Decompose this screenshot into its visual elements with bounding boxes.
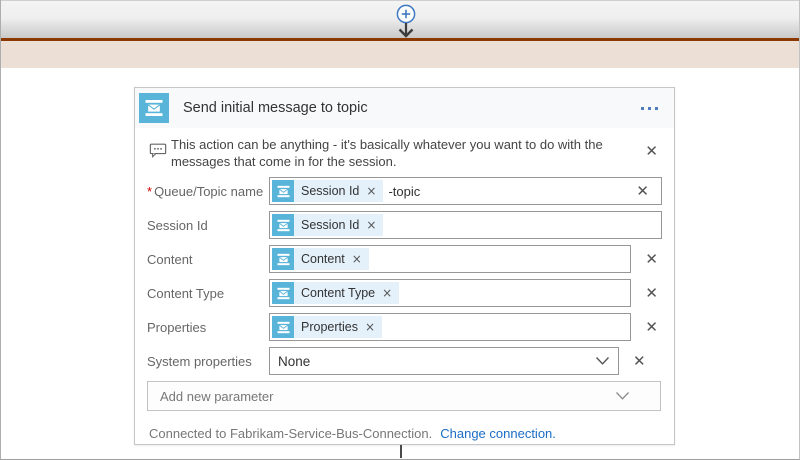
service-bus-icon	[272, 316, 294, 338]
remove-token-icon[interactable]: ×	[382, 286, 392, 300]
field-label-session-id: Session Id	[147, 217, 269, 233]
action-card-body: This action can be anything - it's basic…	[135, 128, 674, 451]
content-type-input[interactable]: Content Type ×	[269, 279, 631, 307]
clear-field-button[interactable]: ✕	[641, 250, 662, 269]
system-properties-select[interactable]: None	[269, 347, 619, 375]
remove-token-icon[interactable]: ×	[365, 320, 375, 334]
field-label-content: Content	[147, 251, 269, 267]
field-label-content-type: Content Type	[147, 285, 269, 301]
add-parameter-label: Add new parameter	[160, 389, 273, 404]
queue-topic-name-input[interactable]: Session Id × -topic ✕	[269, 177, 662, 205]
remove-token-icon[interactable]: ×	[366, 218, 376, 232]
dynamic-content-token[interactable]: Session Id ×	[272, 180, 383, 202]
change-connection-link[interactable]: Change connection.	[440, 426, 556, 441]
connection-status: Connected to Fabrikam-Service-Bus-Connec…	[149, 426, 432, 441]
input-text: -topic	[388, 184, 420, 199]
action-card: Send initial message to topic This actio…	[134, 87, 675, 445]
service-bus-icon	[139, 93, 169, 123]
token-label: Properties	[301, 320, 358, 334]
clear-field-button[interactable]: ✕	[632, 182, 653, 201]
connection-footer: Connected to Fabrikam-Service-Bus-Connec…	[147, 426, 662, 441]
dynamic-content-token[interactable]: Properties ×	[272, 316, 382, 338]
dynamic-content-token[interactable]: Content ×	[272, 248, 369, 270]
collapsed-step-band	[1, 0, 799, 38]
comment-icon	[149, 141, 167, 159]
service-bus-icon	[272, 282, 294, 304]
scope-band	[1, 41, 799, 68]
dynamic-content-token[interactable]: Session Id ×	[272, 214, 383, 236]
field-row-session-id: Session Id Session Id ×	[147, 211, 662, 239]
service-bus-icon	[272, 248, 294, 270]
insert-step-icon	[395, 3, 417, 39]
field-row-properties: Properties Properties × ✕	[147, 313, 662, 341]
field-row-content-type: Content Type Content Type × ✕	[147, 279, 662, 307]
info-banner: This action can be anything - it's basic…	[147, 136, 662, 170]
info-banner-text: This action can be anything - it's basic…	[171, 136, 623, 170]
content-input[interactable]: Content ×	[269, 245, 631, 273]
remove-token-icon[interactable]: ×	[366, 184, 376, 198]
remove-token-icon[interactable]: ×	[352, 252, 362, 266]
field-label-system-properties: System properties	[147, 353, 269, 369]
field-row-content: Content Content × ✕	[147, 245, 662, 273]
clear-field-button[interactable]: ✕	[629, 352, 650, 371]
field-label-queue-topic-name: *Queue/Topic name	[147, 183, 269, 199]
arrow-down-icon	[400, 23, 413, 36]
token-label: Session Id	[301, 218, 359, 232]
parameter-fields: *Queue/Topic nameSession Id×-topic✕Sessi…	[147, 177, 662, 375]
insert-step-button[interactable]	[395, 3, 417, 39]
properties-input[interactable]: Properties ×	[269, 313, 631, 341]
dynamic-content-token[interactable]: Content Type ×	[272, 282, 399, 304]
selected-value: None	[278, 354, 310, 369]
required-marker: *	[147, 184, 152, 199]
service-bus-icon	[272, 180, 294, 202]
field-row-system-properties: System properties None ✕	[147, 347, 662, 375]
clear-field-button[interactable]: ✕	[641, 318, 662, 337]
dismiss-info-button[interactable]: ✕	[641, 142, 662, 161]
field-label-properties: Properties	[147, 319, 269, 335]
more-menu-button[interactable]	[639, 103, 660, 114]
clear-field-button[interactable]: ✕	[641, 284, 662, 303]
token-label: Content	[301, 252, 345, 266]
add-parameter-dropdown[interactable]: Add new parameter	[147, 381, 661, 411]
action-title: Send initial message to topic	[183, 100, 368, 116]
more-icon	[641, 107, 644, 110]
token-label: Content Type	[301, 286, 375, 300]
action-card-header[interactable]: Send initial message to topic	[135, 88, 674, 128]
service-bus-icon	[272, 214, 294, 236]
chevron-down-icon	[615, 391, 630, 401]
token-label: Session Id	[301, 184, 359, 198]
logic-app-designer: Send initial message to topic This actio…	[0, 0, 800, 460]
field-row-queue-topic-name: *Queue/Topic name Session Id × -topic ✕	[147, 177, 662, 205]
session-id-input[interactable]: Session Id ×	[269, 211, 662, 239]
chevron-down-icon	[595, 356, 610, 366]
flow-connector-line	[400, 445, 402, 458]
